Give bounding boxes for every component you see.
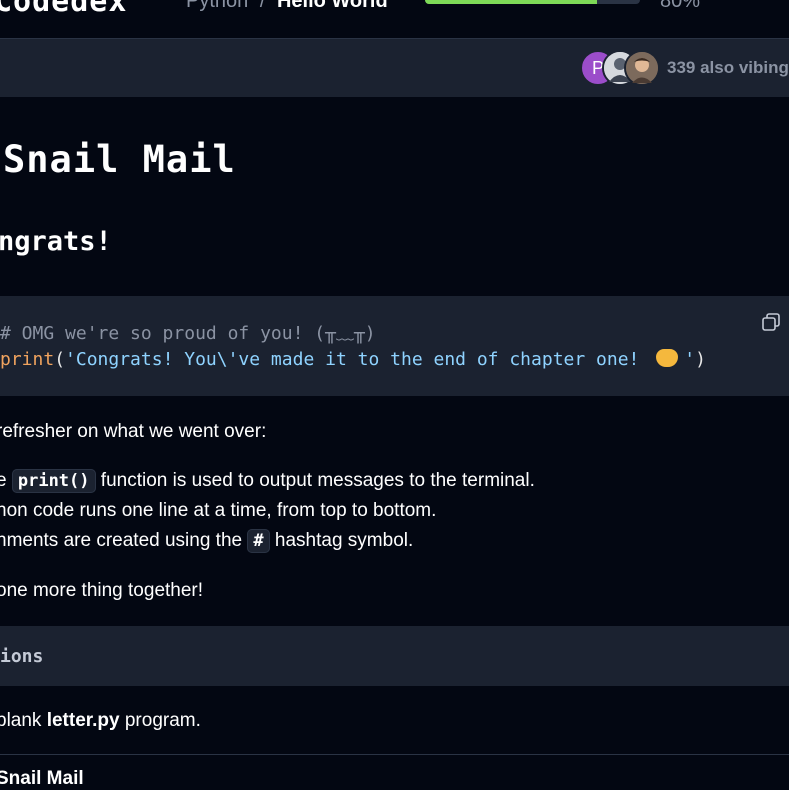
copy-icon[interactable] [761, 312, 781, 332]
list-item: e print() function is used to output mes… [0, 469, 535, 493]
course-progress-bar [425, 0, 640, 4]
codedex-logo[interactable]: Codedex [0, 0, 127, 19]
list-item-text: function is used to output messages to t… [95, 470, 535, 491]
code-line: print('Congrats! You\'ve made it to the … [0, 349, 706, 370]
lesson-title: Snail Mail [3, 138, 236, 181]
inline-code: # [247, 529, 270, 553]
course-progress-fill [425, 0, 597, 4]
community-bar: P 339 also vibing [0, 39, 789, 97]
inline-code: print() [11, 469, 96, 493]
breadcrumb-course[interactable]: Python [186, 0, 248, 12]
breadcrumb-chapter[interactable]: Hello World [277, 0, 388, 12]
code-paren: ) [695, 349, 706, 370]
next-exercise-title[interactable]: Snail Mail [0, 768, 84, 790]
course-progress-label: 80% [660, 0, 701, 12]
code-paren: ( [54, 349, 66, 370]
code-string: 'Congrats! You\'ve made it to the end of… [65, 349, 651, 370]
divider [0, 754, 789, 755]
list-item: hon code runs one line at a time, from t… [0, 500, 437, 521]
recap-outro: one more thing together! [0, 580, 204, 601]
instruction-step: blank letter.py program. [0, 710, 201, 732]
instructions-header: ions [0, 626, 789, 686]
instruction-text: program. [119, 710, 201, 731]
list-item: nments are created using the # hashtag s… [0, 529, 414, 553]
also-vibing-count: 339 also vibing [667, 58, 789, 77]
instruction-text: blank [0, 710, 47, 731]
lesson-subtitle: ngrats! [0, 226, 112, 257]
list-item-text: nments are created using the [0, 530, 248, 551]
list-item-text: hashtag symbol. [269, 530, 414, 551]
code-string-end: ' [684, 349, 696, 370]
instructions-heading: ions [0, 646, 44, 667]
code-comment: # OMG we're so proud of you! (╥﹏╥) [0, 323, 376, 344]
top-navbar: Codedex Python / Hello World 80% [0, 0, 789, 39]
user-photo-icon [626, 52, 658, 84]
code-keyword: print [0, 349, 55, 370]
code-block: # OMG we're so proud of you! (╥﹏╥) print… [0, 296, 789, 396]
list-item-text: e [0, 470, 7, 491]
breadcrumb-separator: / [259, 0, 266, 12]
heart-hands-emoji-icon [656, 349, 679, 367]
breadcrumb: Python / Hello World [186, 0, 388, 13]
file-name: letter.py [46, 710, 120, 731]
recap-intro: refresher on what we went over: [0, 421, 267, 442]
avatar [624, 50, 660, 86]
